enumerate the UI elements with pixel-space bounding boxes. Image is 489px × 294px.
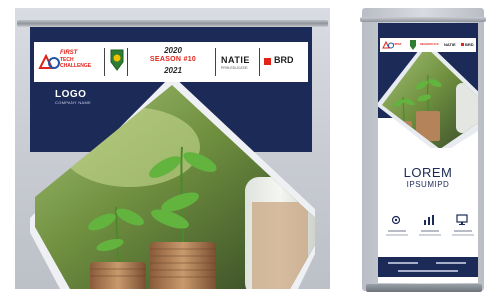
ftc-mini-text: FIRST	[393, 42, 402, 46]
placeholder-line	[388, 230, 406, 232]
ftc-line3: CHALLENGE	[60, 63, 92, 69]
season-mini-text: SEASON #10	[420, 42, 439, 46]
banner-subtitle: IPSUMIPD	[406, 180, 450, 189]
brd-logo-mark-icon	[264, 58, 271, 65]
footer-contact-line	[388, 262, 418, 264]
brd-mini-text: BRD	[465, 42, 474, 47]
rollup-banner-large: FIRST TECH CHALLENGE 2020 SEASON #10 202…	[15, 8, 330, 289]
placeholder-line	[419, 234, 441, 236]
sponsor-logo-strip: FIRST TECH CHALLENGE 2020 SEASON #10 202…	[34, 42, 308, 82]
banner-stand-base	[366, 284, 482, 292]
natie-logo-text: NATIE	[221, 55, 250, 65]
banner-top-bar	[360, 17, 486, 22]
company-logo-text: LOGO	[55, 89, 87, 100]
placeholder-line	[421, 230, 439, 232]
crest-logo-icon	[410, 40, 416, 50]
divider	[127, 48, 128, 76]
ftc-line1: FIRST	[60, 50, 78, 56]
natie-logo-sub: PRIN EDUCATIE	[221, 66, 248, 70]
placeholder-line	[452, 234, 474, 236]
placeholder-line	[454, 230, 472, 232]
sponsor-logo-strip-small: FIRST SEASON #10 NATIE BRD	[380, 38, 476, 52]
brd-logo-mark-icon	[461, 43, 464, 46]
company-logo-sub: COMPANY NAME	[55, 100, 92, 105]
divider	[215, 48, 216, 76]
brd-logo-text: BRD	[274, 55, 294, 65]
gear-icon	[391, 215, 401, 225]
monitor-icon	[456, 214, 468, 225]
divider	[104, 48, 105, 76]
season-year-top: 2020	[164, 46, 182, 55]
season-year-bottom: 2021	[164, 66, 182, 75]
banner-title: LOREM	[403, 165, 453, 180]
footer-contact-line	[436, 262, 466, 264]
placeholder-line	[386, 234, 408, 236]
footer-address-line	[398, 270, 458, 272]
banner-footer	[378, 257, 478, 277]
crest-logo-icon	[110, 49, 124, 71]
ftc-logo-icon	[38, 54, 60, 69]
bar-chart-icon	[424, 215, 434, 225]
natie-mini-text: NATIE	[444, 42, 456, 47]
banner-top-bar	[17, 20, 328, 27]
rollup-banner-small: FIRST SEASON #10 NATIE BRD LOREM IPSUMIP…	[360, 8, 486, 293]
season-label: SEASON #10	[149, 56, 197, 63]
divider	[259, 48, 260, 76]
